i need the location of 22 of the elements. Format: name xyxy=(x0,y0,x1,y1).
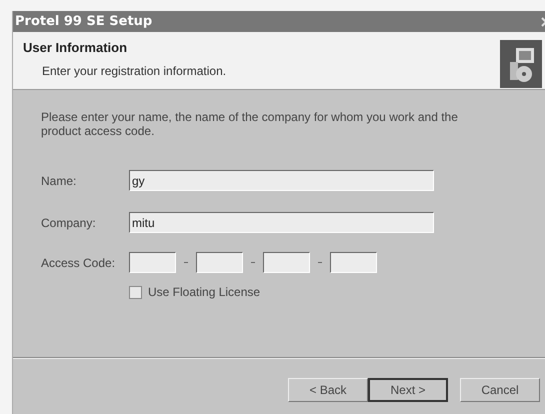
dialog-button[interactable]: Next > xyxy=(368,378,448,402)
text-field[interactable]: mitu xyxy=(129,212,434,233)
window-title: Protel 99 SE Setup xyxy=(15,12,152,31)
checkbox-label[interactable]: Use Floating License xyxy=(148,283,260,301)
field-label: Access Code: xyxy=(41,254,116,272)
text-field[interactable]: gy xyxy=(129,170,434,191)
code-field[interactable] xyxy=(196,252,243,273)
code-field[interactable] xyxy=(263,252,310,273)
page-title: User Information xyxy=(23,39,128,57)
dialog-button[interactable]: Cancel xyxy=(460,378,540,402)
dash-icon xyxy=(184,262,188,263)
code-field[interactable] xyxy=(129,252,176,273)
dash-icon xyxy=(318,262,322,263)
setup-computer-icon xyxy=(500,40,542,88)
dialog-button[interactable]: < Back xyxy=(288,378,368,402)
code-field[interactable] xyxy=(330,252,377,273)
dash-icon xyxy=(251,262,255,263)
checkbox[interactable] xyxy=(129,286,142,298)
field-label: Company: xyxy=(41,214,97,232)
field-label: Name: xyxy=(41,172,78,190)
instructions-text: Please enter your name, the name of the company for whom you work and the product access code. xyxy=(41,110,459,138)
page-subtitle: Enter your registration information. xyxy=(42,62,226,80)
